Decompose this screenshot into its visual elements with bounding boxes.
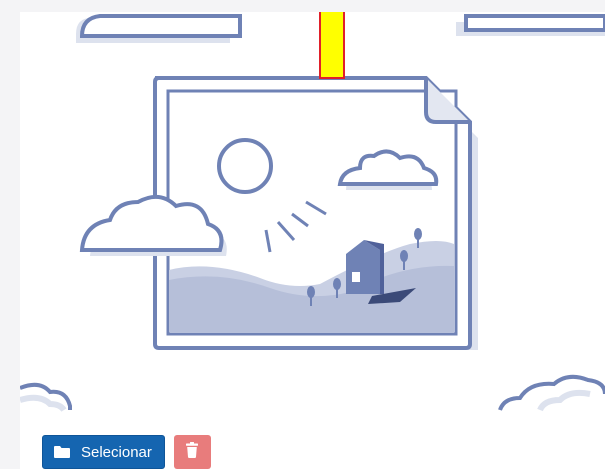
cloud-icon (498, 374, 605, 412)
bottom-clouds (20, 374, 605, 412)
highlight-marker (319, 12, 345, 79)
upload-actions: Selecionar (42, 435, 211, 469)
cloud-icon (456, 14, 605, 36)
image-placeholder-illustration (76, 14, 605, 350)
folder-icon (54, 446, 70, 458)
image-upload-page: Selecionar (0, 0, 605, 469)
cloud-icon (76, 14, 242, 43)
delete-button[interactable] (173, 435, 211, 469)
select-file-label: Selecionar (81, 443, 152, 461)
trash-icon (186, 441, 199, 463)
select-file-button[interactable]: Selecionar (42, 435, 165, 469)
image-upload-card (20, 12, 605, 469)
cloud-icon (20, 382, 72, 412)
image-placeholder (20, 12, 605, 412)
